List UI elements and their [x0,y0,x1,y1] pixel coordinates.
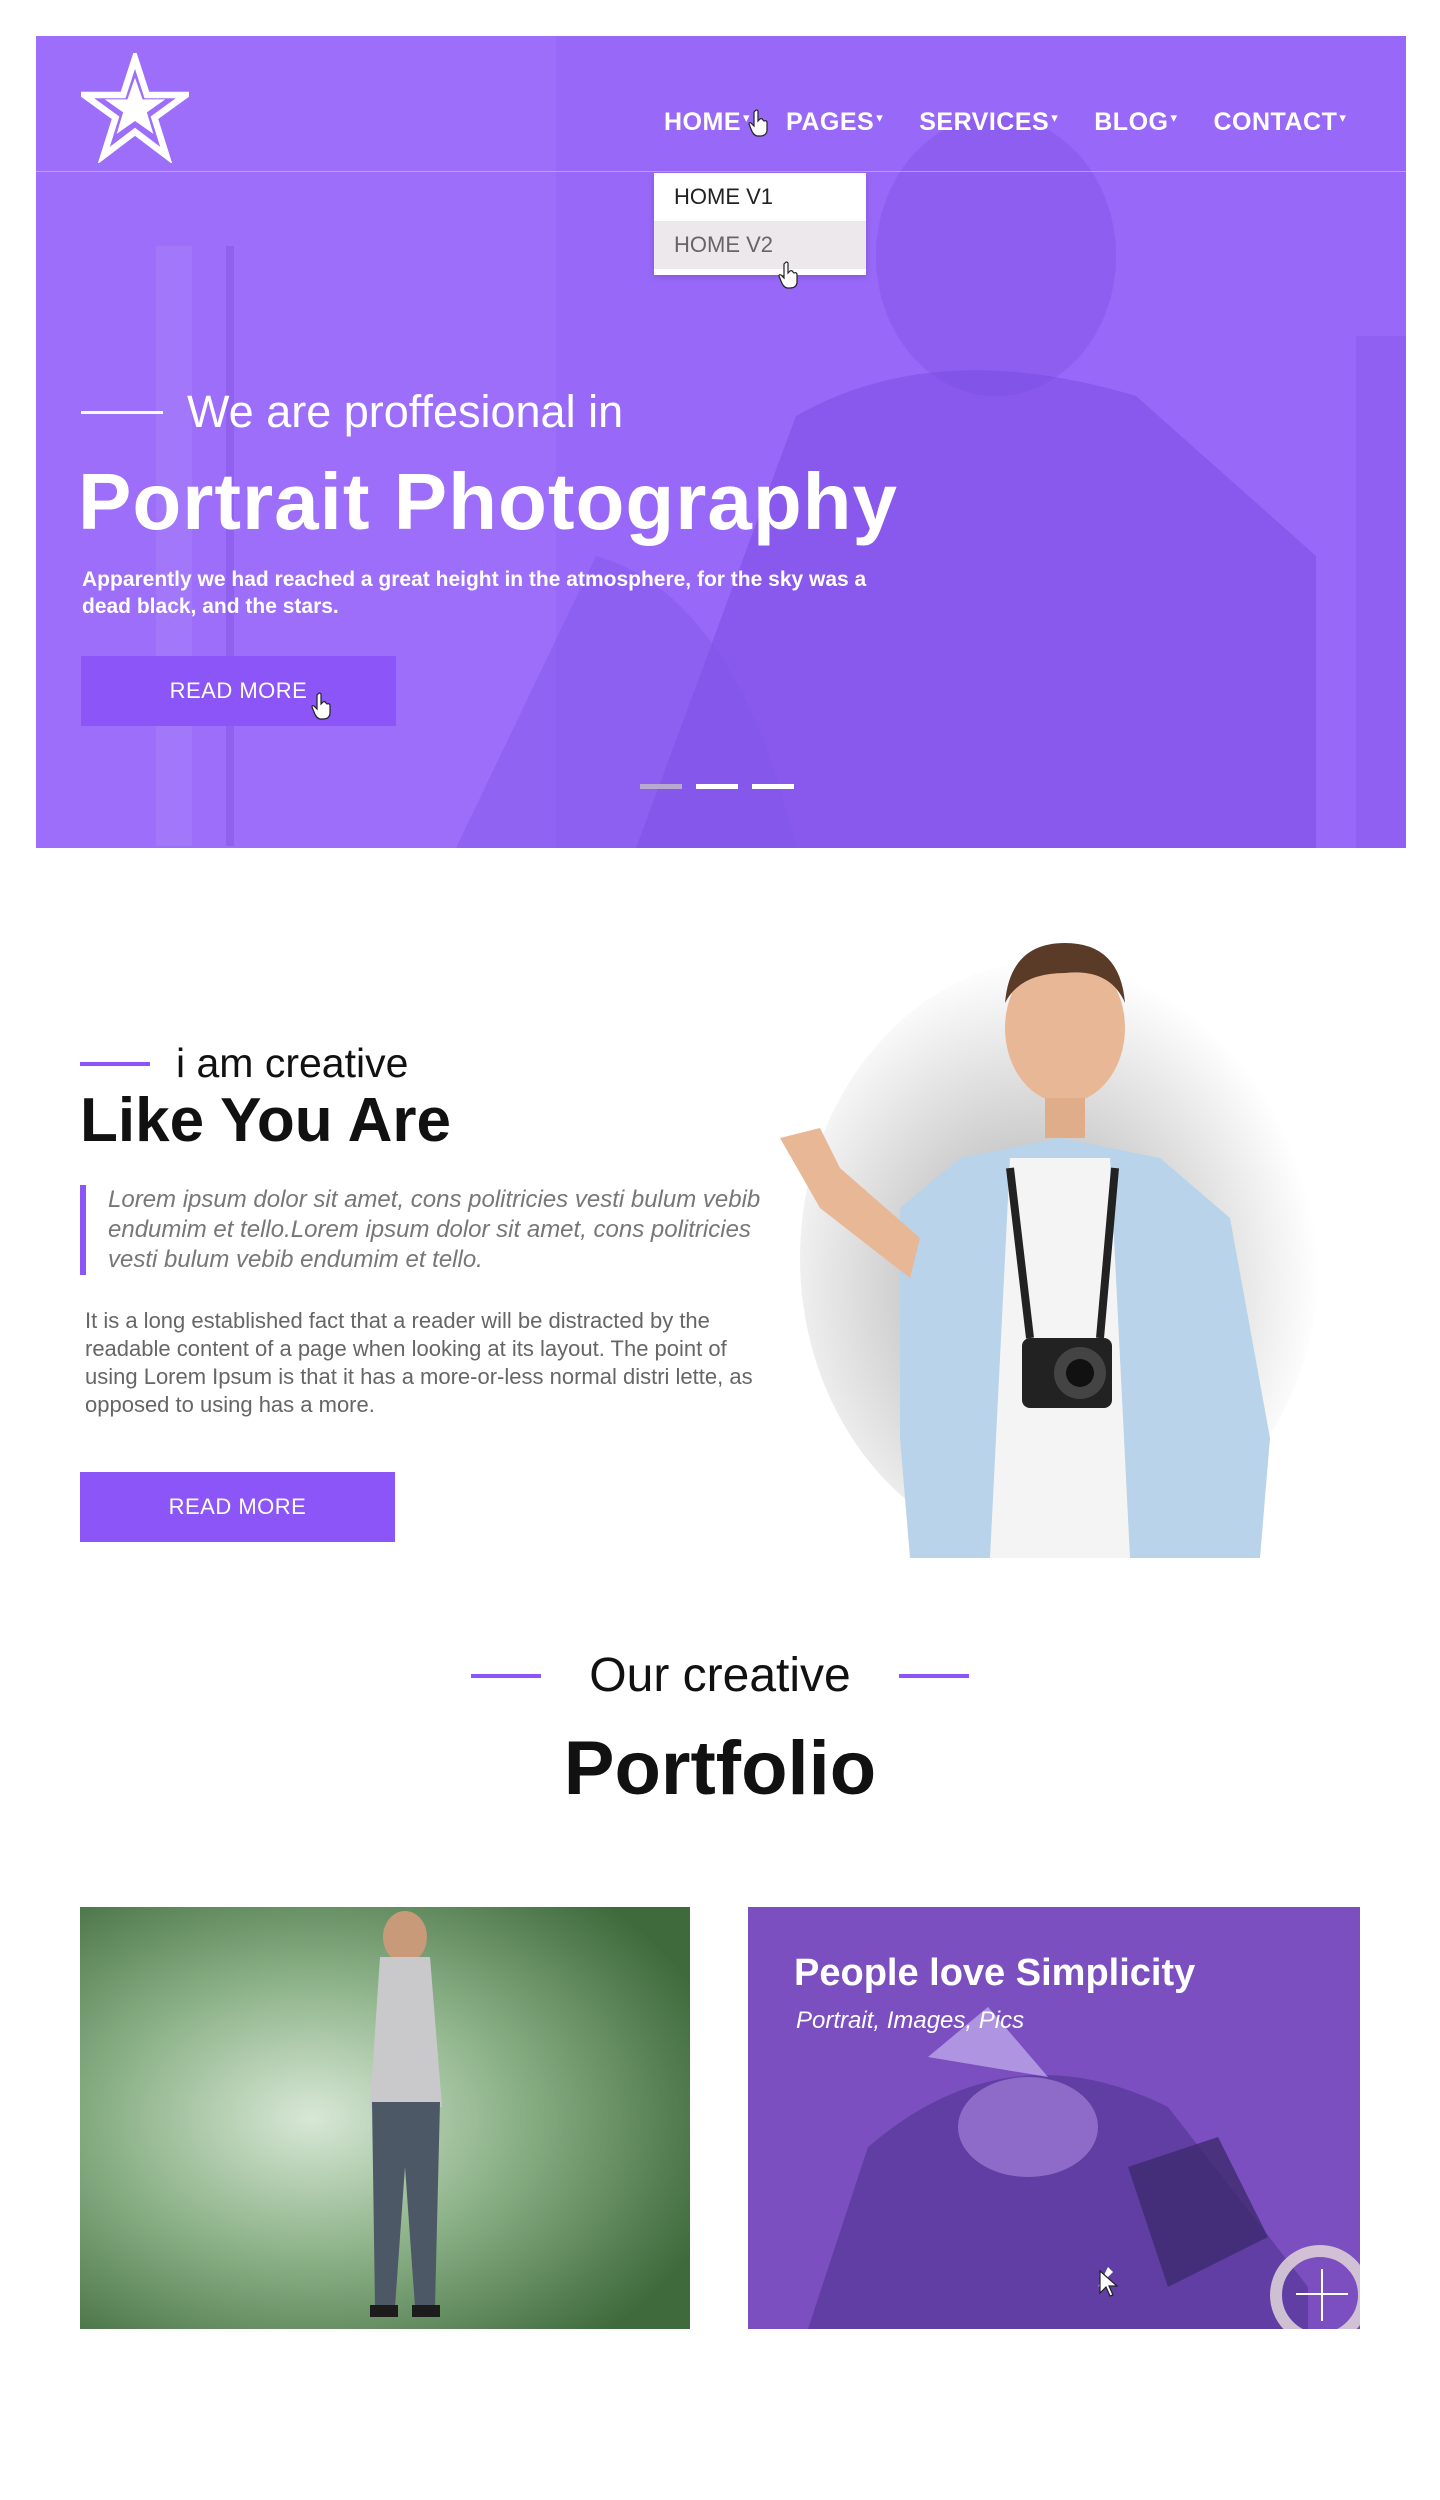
nav-contact[interactable]: CONTACT ▾ [1214,108,1347,137]
about-read-more-button[interactable]: READ MORE [80,1472,395,1542]
dropdown-item-home-v1[interactable]: HOME V1 [654,173,866,221]
nav-blog[interactable]: BLOG ▾ [1094,108,1177,137]
portfolio-card-2[interactable]: People love Simplicity Portrait, Images,… [748,1907,1360,2329]
nav-contact-label: CONTACT [1213,108,1338,136]
hero-slider: HOME ▾ PAGES ▾ SERVICES ▾ BLOG ▾ CONTACT… [36,36,1406,848]
hero-description: Apparently we had reached a great height… [82,568,867,618]
nav-services-label: SERVICES [919,108,1050,136]
chevron-down-icon: ▾ [1170,110,1178,125]
about-body-text: It is a long established fact that a rea… [85,1308,753,1417]
about-quote: Lorem ipsum dolor sit amet, cons politri… [80,1185,778,1275]
portfolio-subtitle-line-right [898,1673,969,1678]
portfolio-card-title: People love Simplicity [794,1952,1196,1994]
plus-icon-vertical [1321,2269,1323,2321]
portfolio-subtitle: Our creative [0,1648,1440,1703]
slider-dot-3[interactable] [752,784,794,789]
dropdown-item-home-v2[interactable]: HOME V2 [654,221,866,269]
hero-title: Portrait Photography [78,457,899,546]
nav-services[interactable]: SERVICES ▾ [919,108,1058,137]
chevron-down-icon: ▾ [1051,110,1059,125]
slider-pagination [640,784,794,789]
hand-cursor-icon [311,692,331,720]
hero-subtitle-line [81,410,163,414]
about-subtitle-text: i am creative [176,1040,409,1086]
chevron-down-icon: ▾ [1339,110,1347,125]
hero-read-more-button[interactable]: READ MORE [81,656,396,726]
portfolio-card-tags: Portrait, Images, Pics [796,2007,1025,2034]
hand-cursor-icon [778,261,798,289]
nav-pages-label: PAGES [786,108,875,136]
nav-home-label: HOME [664,108,741,136]
hand-cursor-icon [748,109,768,137]
photographer-portrait-image [780,943,1320,1558]
about-title: Like You Are [80,1086,451,1155]
portfolio-subtitle-line-left [471,1673,542,1678]
arrow-cursor-icon [1099,2269,1119,2297]
navbar: HOME ▾ PAGES ▾ SERVICES ▾ BLOG ▾ CONTACT… [36,36,1406,172]
nav-blog-label: BLOG [1094,108,1169,136]
nav-pages[interactable]: PAGES ▾ [786,108,883,137]
portfolio-title: Portfolio [563,1726,877,1811]
star-logo-icon[interactable] [81,53,189,163]
portfolio-card-1[interactable] [80,1907,690,2329]
about-subtitle-line [80,1061,150,1066]
chevron-down-icon: ▾ [876,110,884,125]
portfolio-image-man-green-wall [80,1907,690,2329]
home-dropdown-menu: HOME V1 HOME V2 [654,173,866,275]
main-nav: HOME ▾ PAGES ▾ SERVICES ▾ BLOG ▾ CONTACT… [664,108,1382,137]
slider-dot-1[interactable] [640,784,682,789]
portfolio-subtitle-text: Our creative [589,1649,851,1702]
nav-home[interactable]: HOME ▾ [664,108,750,137]
hero-subtitle: We are proffesional in [81,386,623,438]
hero-subtitle-text: We are proffesional in [187,386,624,437]
slider-dot-2[interactable] [696,784,738,789]
about-subtitle: i am creative [80,1040,408,1087]
